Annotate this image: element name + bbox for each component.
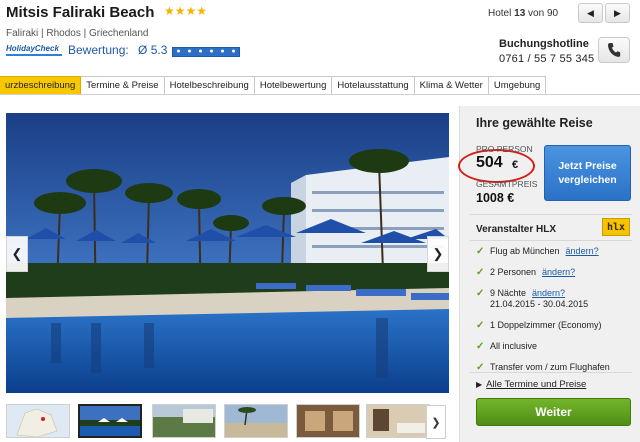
all-dates-link[interactable]: ▶ Alle Termine und Preise	[476, 379, 586, 390]
feature-room: ✓ 1 Doppelzimmer (Economy)	[476, 320, 636, 331]
change-persons-link[interactable]: ändern?	[542, 267, 575, 277]
checkmark-icon: ✓	[476, 341, 485, 352]
checkmark-icon: ✓	[476, 320, 485, 331]
travel-dates: 21.04.2015 - 30.04.2015	[490, 299, 589, 309]
change-flight-link[interactable]: ändern?	[566, 246, 599, 256]
feature-room-text: 1 Doppelzimmer (Economy)	[490, 320, 602, 330]
thumbnail-map[interactable]	[6, 404, 70, 438]
hotline-number: 0761 / 55 7 55 345	[499, 53, 595, 65]
hlx-logo: hlx	[602, 218, 630, 236]
change-dates-link[interactable]: ändern?	[532, 288, 565, 298]
feature-persons: ✓ 2 Personen ändern?	[476, 267, 636, 278]
sun-icon: ●	[176, 48, 181, 55]
feature-board-text: All inclusive	[490, 341, 538, 351]
checkmark-icon: ✓	[476, 246, 485, 257]
sun-icon: ●	[220, 48, 225, 55]
compare-prices-button[interactable]: Jetzt Preise vergleichen	[544, 145, 631, 201]
terrace-thumbnail-image	[225, 405, 287, 437]
hotel-rank: Hotel 13 von 90	[488, 8, 558, 19]
per-person-currency: €	[512, 159, 519, 171]
pool-photo-illustration	[6, 113, 449, 393]
thumbnail-pool-active[interactable]	[78, 404, 142, 438]
rating-label: Bewertung: Ø 5.3	[68, 43, 167, 57]
lobby-thumbnail-image	[297, 405, 359, 437]
tab-divider	[0, 94, 640, 95]
chevron-right-icon: ▶	[614, 7, 621, 18]
total-price: 1008 €	[476, 191, 515, 205]
booking-summary-panel: Ihre gewählte Reise PRO PERSON 504 € GES…	[458, 106, 640, 442]
tab-hotelbeschreibung[interactable]: Hotelbeschreibung	[164, 76, 255, 95]
previous-hotel-button[interactable]: ◀	[578, 3, 603, 23]
total-price-label: GESAMTPREIS	[476, 179, 538, 189]
tab-hotelbewertung[interactable]: Hotelbewertung	[254, 76, 333, 95]
holidaycheck-logo[interactable]: HolidayCheck	[6, 44, 62, 58]
thumbnail-garden[interactable]	[152, 404, 216, 438]
chevron-left-icon: ❮	[11, 246, 23, 261]
room-thumbnail-image	[367, 405, 429, 437]
pool-thumbnail-image	[80, 406, 140, 436]
panel-divider	[470, 214, 632, 215]
sun-icon: ●	[231, 48, 236, 55]
per-person-label: PRO PERSON	[476, 144, 533, 154]
sun-icon: ●	[187, 48, 192, 55]
per-person-price: 504	[476, 154, 503, 171]
phone-icon	[607, 43, 621, 57]
rank-number: 13	[514, 8, 526, 19]
detail-tabs: urzbeschreibung Termine & Preise Hotelbe…	[0, 76, 547, 95]
all-dates-link-text: Alle Termine und Preise	[486, 379, 587, 390]
hotline-label: Buchungshotline	[499, 38, 589, 50]
panel-title: Ihre gewählte Reise	[476, 116, 593, 130]
thumbnails-next-button[interactable]: ❯	[426, 405, 446, 439]
arrow-right-icon: ▶	[476, 380, 483, 389]
tab-umgebung[interactable]: Umgebung	[488, 76, 547, 95]
feature-flight-text: Flug ab München	[490, 246, 560, 256]
panel-divider	[470, 372, 632, 373]
panel-divider	[470, 240, 632, 241]
rank-prefix: Hotel	[488, 8, 512, 19]
feature-board: ✓ All inclusive	[476, 341, 636, 352]
tab-klima-wetter[interactable]: Klima & Wetter	[414, 76, 489, 95]
chevron-right-icon: ❯	[432, 246, 444, 261]
thumbnail-lobby[interactable]	[296, 404, 360, 438]
trip-features-list: ✓ Flug ab München ändern? ✓ 2 Personen änd…	[476, 246, 636, 383]
feature-nights: ✓ 9 Nächte ändern? 21.04.2015 - 30.04.201…	[476, 288, 636, 310]
thumbnail-terrace[interactable]	[224, 404, 288, 438]
holidaycheck-logo-text: HolidayCheck	[6, 44, 59, 53]
feature-persons-text: 2 Personen	[490, 267, 537, 277]
rating-suns-bar: ● ● ● ● ● ●	[172, 47, 240, 57]
continue-button[interactable]: Weiter	[476, 398, 631, 426]
chevron-left-icon: ◀	[587, 7, 594, 18]
tour-operator: Veranstalter HLX	[476, 224, 557, 235]
garden-thumbnail-image	[153, 405, 215, 437]
feature-transfer-text: Transfer vom / zum Flughafen	[490, 362, 610, 372]
feature-flight: ✓ Flug ab München ändern?	[476, 246, 636, 257]
hotel-location: Faliraki | Rhodos | Griechenland	[6, 28, 149, 39]
hotel-name: Mitsis Faliraki Beach	[6, 4, 155, 21]
sun-icon: ●	[198, 48, 203, 55]
thumbnail-room[interactable]	[366, 404, 430, 438]
chevron-right-icon: ❯	[431, 416, 441, 429]
call-button[interactable]	[598, 37, 630, 63]
feature-nights-text: 9 Nächte	[490, 288, 527, 298]
star-rating-icon: ★★★★	[164, 4, 208, 18]
gallery-next-button[interactable]: ❯	[427, 236, 449, 272]
hotel-main-photo[interactable]	[6, 113, 449, 393]
checkmark-icon: ✓	[476, 288, 485, 299]
logo-underline	[6, 54, 62, 56]
rating-label-text: Bewertung:	[68, 43, 129, 57]
tab-hotelausstattung[interactable]: Hotelausstattung	[332, 76, 415, 95]
gallery-previous-button[interactable]: ❮	[6, 236, 28, 272]
checkmark-icon: ✓	[476, 267, 485, 278]
rank-suffix: von 90	[528, 8, 559, 19]
map-thumbnail-image	[7, 405, 69, 437]
tab-kurzbeschreibung[interactable]: urzbeschreibung	[0, 76, 82, 95]
rating-value: Ø 5.3	[138, 43, 168, 57]
tab-termine-preise[interactable]: Termine & Preise	[81, 76, 165, 95]
next-hotel-button[interactable]: ▶	[605, 3, 630, 23]
sun-icon: ●	[209, 48, 214, 55]
